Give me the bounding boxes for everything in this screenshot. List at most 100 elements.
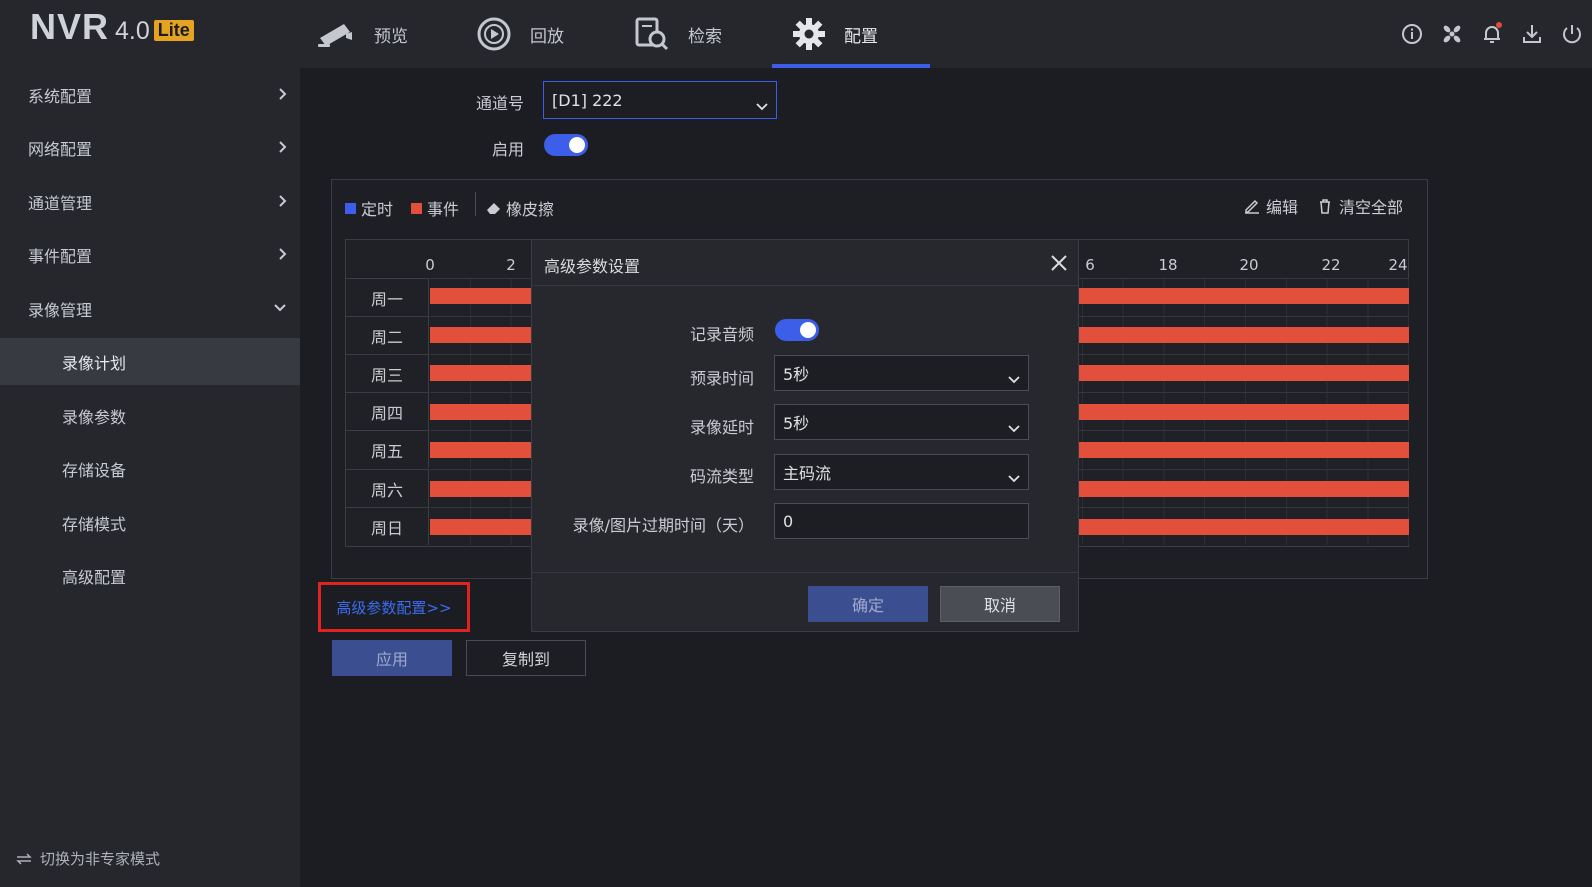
sidebar-item-label: 系统配置 bbox=[28, 87, 93, 106]
sidebar-item-label: 录像管理 bbox=[28, 301, 93, 320]
edit-button[interactable]: 编辑 bbox=[1244, 194, 1298, 218]
fan-icon[interactable] bbox=[1432, 14, 1472, 54]
logo-edition-badge: Lite bbox=[153, 20, 194, 41]
search-file-icon bbox=[634, 16, 670, 52]
stream-type-select[interactable]: 主码流 bbox=[774, 454, 1029, 490]
nav-playback[interactable]: 回放 bbox=[476, 0, 564, 68]
clear-all-button-label: 清空全部 bbox=[1339, 198, 1404, 217]
day-label-sun: 周日 bbox=[346, 507, 429, 545]
switch-mode-label: 切换为非专家模式 bbox=[40, 850, 161, 868]
sidebar-item-label: 存储模式 bbox=[62, 515, 127, 534]
hour-label: 6 bbox=[1085, 256, 1095, 274]
nav-search[interactable]: 检索 bbox=[634, 0, 722, 68]
legend-event[interactable]: 事件 bbox=[411, 196, 459, 220]
day-label-mon: 周一 bbox=[346, 278, 429, 316]
gear-icon bbox=[792, 17, 826, 51]
clear-all-button[interactable]: 清空全部 bbox=[1317, 194, 1403, 218]
prerecord-select-value: 5秒 bbox=[783, 365, 810, 384]
chevron-down-icon bbox=[272, 300, 288, 320]
top-bar: NVR 4.0 Lite 预览 回放 检索 配置 bbox=[0, 0, 1592, 68]
timed-swatch bbox=[345, 202, 356, 214]
sidebar-subitem-storage-mode[interactable]: 存储模式 bbox=[0, 497, 300, 549]
sidebar-subitem-record-params[interactable]: 录像参数 bbox=[0, 390, 300, 442]
trash-icon bbox=[1320, 199, 1330, 214]
postrecord-label: 录像延时 bbox=[689, 418, 754, 437]
postrecord-select-value: 5秒 bbox=[783, 414, 810, 433]
eraser-icon bbox=[486, 201, 502, 215]
day-label-tue: 周二 bbox=[346, 316, 429, 354]
sidebar-item-label: 通道管理 bbox=[28, 194, 93, 213]
channel-label: 通道号 bbox=[475, 94, 524, 113]
chevron-down-icon bbox=[1008, 369, 1020, 388]
camera-icon bbox=[316, 18, 356, 50]
legend-eraser[interactable]: 橡皮擦 bbox=[486, 196, 554, 220]
apply-button[interactable]: 应用 bbox=[332, 640, 452, 676]
record-audio-toggle[interactable] bbox=[775, 319, 819, 341]
expire-time-value: 0 bbox=[783, 511, 794, 531]
sidebar-item-event-config[interactable]: 事件配置 bbox=[0, 229, 300, 281]
copy-to-button[interactable]: 复制到 bbox=[466, 640, 586, 676]
bell-icon[interactable] bbox=[1472, 14, 1512, 54]
nav-config[interactable]: 配置 bbox=[772, 0, 930, 68]
logo-name: NVR bbox=[30, 6, 110, 47]
nav-config-label: 配置 bbox=[844, 26, 878, 47]
enable-toggle[interactable] bbox=[544, 134, 588, 156]
info-icon[interactable] bbox=[1392, 14, 1432, 54]
sidebar-item-label: 事件配置 bbox=[28, 247, 93, 266]
sidebar-item-label: 录像参数 bbox=[62, 408, 127, 427]
power-icon[interactable] bbox=[1552, 14, 1592, 54]
top-icons bbox=[1392, 14, 1592, 54]
ok-button[interactable]: 确定 bbox=[808, 586, 928, 622]
day-label-sat: 周六 bbox=[346, 469, 429, 507]
day-label-thu: 周四 bbox=[346, 392, 429, 430]
playback-icon bbox=[476, 16, 512, 52]
enable-label: 启用 bbox=[491, 140, 524, 159]
day-label-wed: 周三 bbox=[346, 354, 429, 392]
chevron-down-icon bbox=[1008, 468, 1020, 487]
switch-mode-link[interactable]: 切换为非专家模式 bbox=[16, 848, 160, 869]
prerecord-select[interactable]: 5秒 bbox=[774, 355, 1029, 391]
nav-search-label: 检索 bbox=[688, 26, 722, 47]
sidebar-item-record-management[interactable]: 录像管理 bbox=[0, 283, 300, 335]
sidebar-subitem-record-schedule[interactable]: 录像计划 bbox=[0, 338, 300, 385]
chevron-right-icon bbox=[278, 86, 288, 106]
legend-timed[interactable]: 定时 bbox=[345, 196, 393, 220]
prerecord-label: 预录时间 bbox=[689, 369, 754, 388]
nav-playback-label: 回放 bbox=[530, 26, 564, 47]
close-icon[interactable] bbox=[1048, 252, 1070, 274]
postrecord-select[interactable]: 5秒 bbox=[774, 404, 1029, 440]
stream-type-select-value: 主码流 bbox=[783, 464, 832, 483]
sidebar-item-system-config[interactable]: 系统配置 bbox=[0, 69, 300, 121]
sidebar-item-network-config[interactable]: 网络配置 bbox=[0, 122, 300, 174]
channel-select[interactable]: [D1] 222 bbox=[543, 81, 777, 119]
sidebar: 系统配置 网络配置 通道管理 事件配置 录像管理 录像计划 录像参数 存储设备 … bbox=[0, 68, 300, 887]
advanced-params-dialog: 高级参数设置 记录音频 预录时间 5秒 录像延时 5秒 码流类型 主码流 录像/… bbox=[531, 239, 1079, 632]
sidebar-subitem-advanced-config[interactable]: 高级配置 bbox=[0, 550, 300, 602]
download-icon[interactable] bbox=[1512, 14, 1552, 54]
swap-icon bbox=[16, 852, 32, 865]
chevron-right-icon bbox=[278, 139, 288, 159]
sidebar-item-channel-management[interactable]: 通道管理 bbox=[0, 176, 300, 228]
nav-preview[interactable]: 预览 bbox=[316, 0, 408, 68]
channel-select-value: [D1] 222 bbox=[552, 90, 623, 110]
legend-divider bbox=[475, 192, 476, 216]
logo-version: 4.0 bbox=[115, 17, 150, 45]
sidebar-item-label: 录像计划 bbox=[62, 353, 127, 373]
expire-time-input[interactable]: 0 bbox=[774, 503, 1029, 539]
legend-event-label: 事件 bbox=[427, 200, 460, 219]
chevron-down-icon bbox=[756, 96, 768, 115]
expire-time-label: 录像/图片过期时间（天） bbox=[572, 516, 754, 535]
record-audio-label: 记录音频 bbox=[689, 325, 754, 344]
advanced-params-link[interactable]: 高级参数配置>> bbox=[318, 582, 470, 632]
legend-eraser-label: 橡皮擦 bbox=[506, 200, 555, 219]
nav-preview-label: 预览 bbox=[374, 26, 408, 47]
chevron-down-icon bbox=[1008, 418, 1020, 437]
sidebar-subitem-storage-device[interactable]: 存储设备 bbox=[0, 443, 300, 495]
chevron-right-icon bbox=[278, 246, 288, 266]
cancel-button[interactable]: 取消 bbox=[940, 586, 1060, 622]
hour-label: 18 bbox=[1158, 256, 1178, 274]
pencil-icon bbox=[1245, 199, 1259, 214]
logo: NVR 4.0 Lite bbox=[30, 6, 194, 48]
dialog-header: 高级参数设置 bbox=[532, 240, 1078, 286]
sidebar-item-label: 网络配置 bbox=[28, 140, 93, 159]
